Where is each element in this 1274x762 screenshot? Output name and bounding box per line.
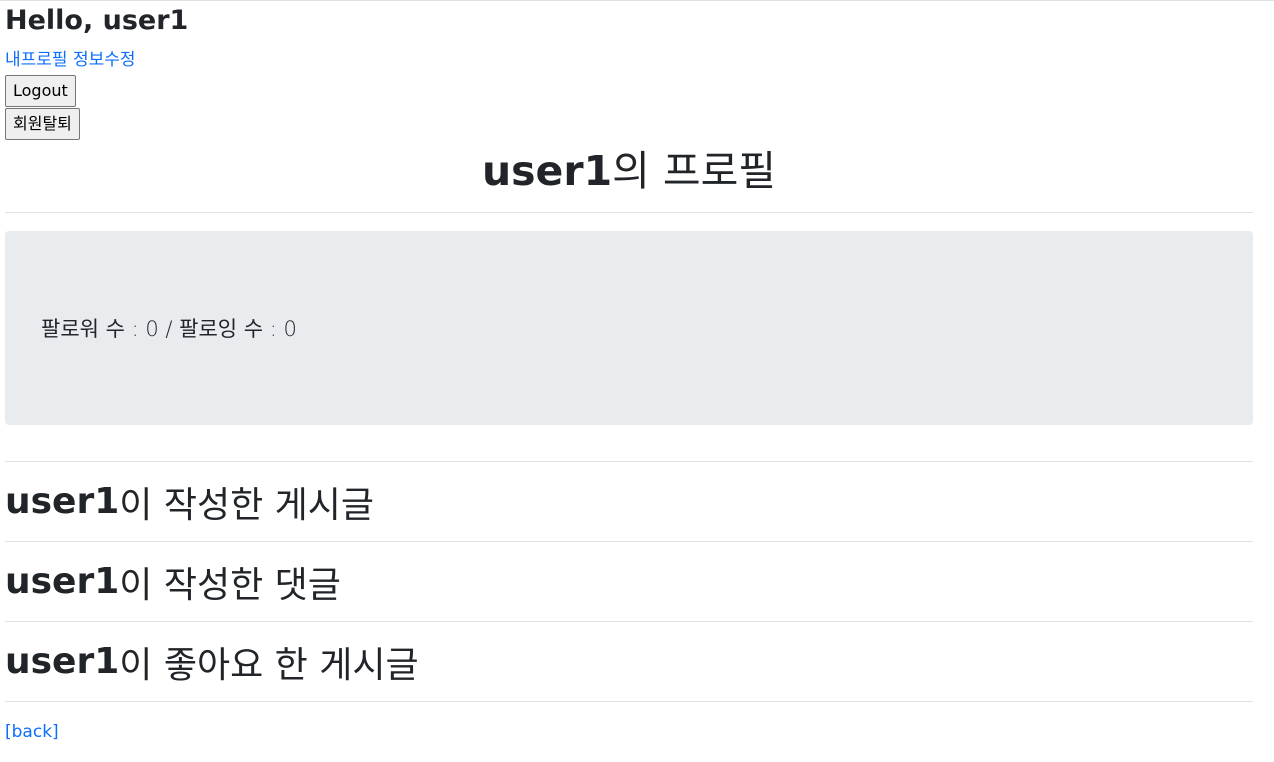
profile-title-suffix: 의 프로필 (612, 147, 777, 195)
divider (5, 212, 1253, 213)
profile-title: user1의 프로필 (5, 142, 1253, 200)
divider (5, 701, 1253, 702)
section-label: 이 작성한 게시글 (119, 484, 375, 526)
profile-username: user1 (481, 147, 613, 195)
edit-profile-link[interactable]: 내프로필 정보수정 (5, 49, 136, 71)
page-container: Hello, user1 내프로필 정보수정 Logout 회원탈퇴 user1… (0, 3, 1253, 742)
section-label: 이 좋아요 한 게시글 (119, 644, 419, 686)
section-username: user1 (5, 481, 120, 522)
section-username: user1 (5, 641, 120, 682)
section-username: user1 (5, 561, 120, 602)
section-user-liked-posts: user1 이 좋아요 한 게시글 (5, 622, 1253, 701)
follow-stats-text: 팔로워 수 : 0 / 팔로잉 수 : 0 (41, 317, 297, 341)
logout-button[interactable]: Logout (5, 75, 76, 107)
back-link[interactable]: [back] (5, 722, 59, 742)
section-user-comments: user1 이 작성한 댓글 (5, 542, 1253, 621)
greeting-heading: Hello, user1 (5, 5, 189, 36)
section-label: 이 작성한 댓글 (119, 564, 341, 606)
follow-stats-panel: 팔로워 수 : 0 / 팔로잉 수 : 0 (5, 231, 1253, 425)
section-user-posts: user1 이 작성한 게시글 (5, 462, 1253, 541)
withdraw-button[interactable]: 회원탈퇴 (5, 108, 80, 140)
